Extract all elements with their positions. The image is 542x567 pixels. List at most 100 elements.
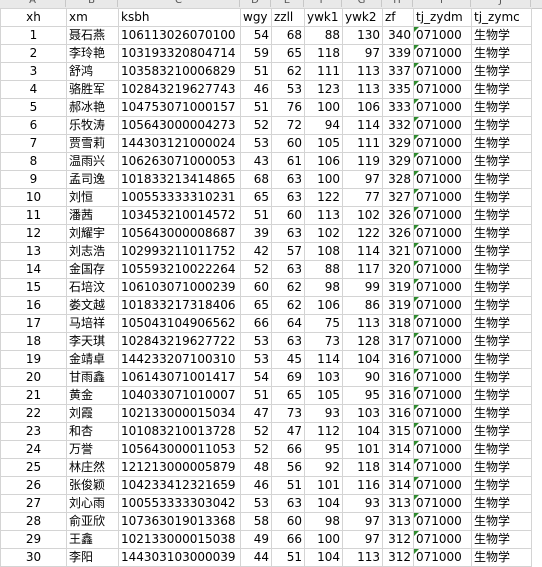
cell-wgy[interactable]: 53 <box>240 350 272 369</box>
cell-ksbh[interactable]: 106143071001417 <box>118 368 241 387</box>
cell-xh[interactable]: 28 <box>0 512 67 531</box>
header-cell-tj-zydm[interactable]: tj_zydm <box>413 8 472 27</box>
cell-ywk1[interactable]: 93 <box>304 404 343 423</box>
cell-tj-zydm[interactable]: 071000 <box>413 512 472 531</box>
cell-zf[interactable]: 321 <box>382 242 414 261</box>
column-letter-b[interactable]: B <box>66 0 118 7</box>
cell-ywk2[interactable]: 113 <box>342 548 383 567</box>
cell-tj-zymc[interactable]: 生物学 <box>471 152 532 171</box>
cell-zzll[interactable]: 72 <box>271 116 305 135</box>
cell-xh[interactable]: 17 <box>0 314 67 333</box>
cell-xh[interactable]: 26 <box>0 476 67 495</box>
cell-ywk1[interactable]: 122 <box>304 188 343 207</box>
cell-wgy[interactable]: 51 <box>240 98 272 117</box>
cell-ywk1[interactable]: 100 <box>304 170 343 189</box>
cell-zf[interactable]: 320 <box>382 260 414 279</box>
cell-xm[interactable]: 和杏 <box>66 422 119 441</box>
cell-zf[interactable]: 316 <box>382 404 414 423</box>
cell-ksbh[interactable]: 121213000005879 <box>118 458 241 477</box>
cell-tj-zydm[interactable]: 071000 <box>413 332 472 351</box>
cell-ywk1[interactable]: 103 <box>304 368 343 387</box>
cell-zzll[interactable]: 66 <box>271 440 305 459</box>
cell-ywk1[interactable]: 105 <box>304 134 343 153</box>
cell-tj-zymc[interactable]: 生物学 <box>471 242 532 261</box>
cell-xm[interactable]: 刘霞 <box>66 404 119 423</box>
cell-zf[interactable]: 326 <box>382 224 414 243</box>
cell-tj-zymc[interactable]: 生物学 <box>471 80 532 99</box>
cell-xh[interactable]: 9 <box>0 170 67 189</box>
header-cell-xm[interactable]: xm <box>66 8 119 27</box>
cell-ywk1[interactable]: 95 <box>304 440 343 459</box>
cell-zzll[interactable]: 60 <box>271 206 305 225</box>
cell-tj-zymc[interactable]: 生物学 <box>471 350 532 369</box>
cell-tj-zymc[interactable]: 生物学 <box>471 260 532 279</box>
cell-ywk1[interactable]: 100 <box>304 530 343 549</box>
cell-tj-zydm[interactable]: 071000 <box>413 98 472 117</box>
cell-ywk2[interactable]: 97 <box>342 512 383 531</box>
cell-tj-zymc[interactable]: 生物学 <box>471 206 532 225</box>
cell-xh[interactable]: 30 <box>0 548 67 567</box>
cell-ksbh[interactable]: 101083210013728 <box>118 422 241 441</box>
header-cell-wgy[interactable]: wgy <box>240 8 272 27</box>
cell-xh[interactable]: 22 <box>0 404 67 423</box>
cell-ywk1[interactable]: 104 <box>304 494 343 513</box>
cell-zzll[interactable]: 65 <box>271 386 305 405</box>
cell-zzll[interactable]: 63 <box>271 494 305 513</box>
cell-xm[interactable]: 石培汶 <box>66 278 119 297</box>
cell-xm[interactable]: 舒鸿 <box>66 62 119 81</box>
cell-ywk1[interactable]: 98 <box>304 512 343 531</box>
cell-zf[interactable]: 317 <box>382 332 414 351</box>
cell-xh[interactable]: 15 <box>0 278 67 297</box>
cell-zf[interactable]: 316 <box>382 368 414 387</box>
cell-tj-zydm[interactable]: 071000 <box>413 548 472 567</box>
cell-ywk2[interactable]: 111 <box>342 134 383 153</box>
cell-wgy[interactable]: 51 <box>240 206 272 225</box>
cell-ksbh[interactable]: 101833213414865 <box>118 170 241 189</box>
cell-zf[interactable]: 327 <box>382 188 414 207</box>
cell-ksbh[interactable]: 102843219627743 <box>118 80 241 99</box>
cell-tj-zymc[interactable]: 生物学 <box>471 98 532 117</box>
cell-zzll[interactable]: 65 <box>271 44 305 63</box>
cell-wgy[interactable]: 52 <box>240 422 272 441</box>
cell-zzll[interactable]: 51 <box>271 476 305 495</box>
cell-ywk2[interactable]: 97 <box>342 170 383 189</box>
cell-tj-zydm[interactable]: 071000 <box>413 224 472 243</box>
cell-zzll[interactable]: 73 <box>271 404 305 423</box>
cell-xh[interactable]: 12 <box>0 224 67 243</box>
cell-ywk2[interactable]: 113 <box>342 314 383 333</box>
cell-zf[interactable]: 314 <box>382 458 414 477</box>
cell-ywk2[interactable]: 93 <box>342 494 383 513</box>
cell-xm[interactable]: 贾雪莉 <box>66 134 119 153</box>
cell-zf[interactable]: 319 <box>382 296 414 315</box>
cell-zf[interactable]: 314 <box>382 440 414 459</box>
cell-tj-zydm[interactable]: 071000 <box>413 62 472 81</box>
cell-xh[interactable]: 3 <box>0 62 67 81</box>
cell-ksbh[interactable]: 103453210014572 <box>118 206 241 225</box>
cell-ywk2[interactable]: 122 <box>342 224 383 243</box>
cell-zzll[interactable]: 69 <box>271 368 305 387</box>
cell-zzll[interactable]: 62 <box>271 278 305 297</box>
cell-ksbh[interactable]: 144233207100310 <box>118 350 241 369</box>
header-cell-ywk2[interactable]: ywk2 <box>342 8 383 27</box>
cell-xm[interactable]: 李阳 <box>66 548 119 567</box>
cell-zf[interactable]: 319 <box>382 278 414 297</box>
cell-wgy[interactable]: 65 <box>240 296 272 315</box>
cell-ksbh[interactable]: 144303121000024 <box>118 134 241 153</box>
cell-zf[interactable]: 332 <box>382 116 414 135</box>
cell-zzll[interactable]: 51 <box>271 548 305 567</box>
cell-tj-zymc[interactable]: 生物学 <box>471 530 532 549</box>
cell-ywk1[interactable]: 102 <box>304 224 343 243</box>
cell-xh[interactable]: 11 <box>0 206 67 225</box>
cell-zf[interactable]: 335 <box>382 80 414 99</box>
cell-wgy[interactable]: 53 <box>240 134 272 153</box>
cell-xh[interactable]: 4 <box>0 80 67 99</box>
cell-zf[interactable]: 315 <box>382 422 414 441</box>
cell-ywk1[interactable]: 98 <box>304 278 343 297</box>
cell-wgy[interactable]: 39 <box>240 224 272 243</box>
cell-zzll[interactable]: 62 <box>271 296 305 315</box>
cell-zzll[interactable]: 61 <box>271 152 305 171</box>
cell-wgy[interactable]: 68 <box>240 170 272 189</box>
cell-wgy[interactable]: 48 <box>240 458 272 477</box>
cell-tj-zydm[interactable]: 071000 <box>413 206 472 225</box>
cell-wgy[interactable]: 60 <box>240 278 272 297</box>
